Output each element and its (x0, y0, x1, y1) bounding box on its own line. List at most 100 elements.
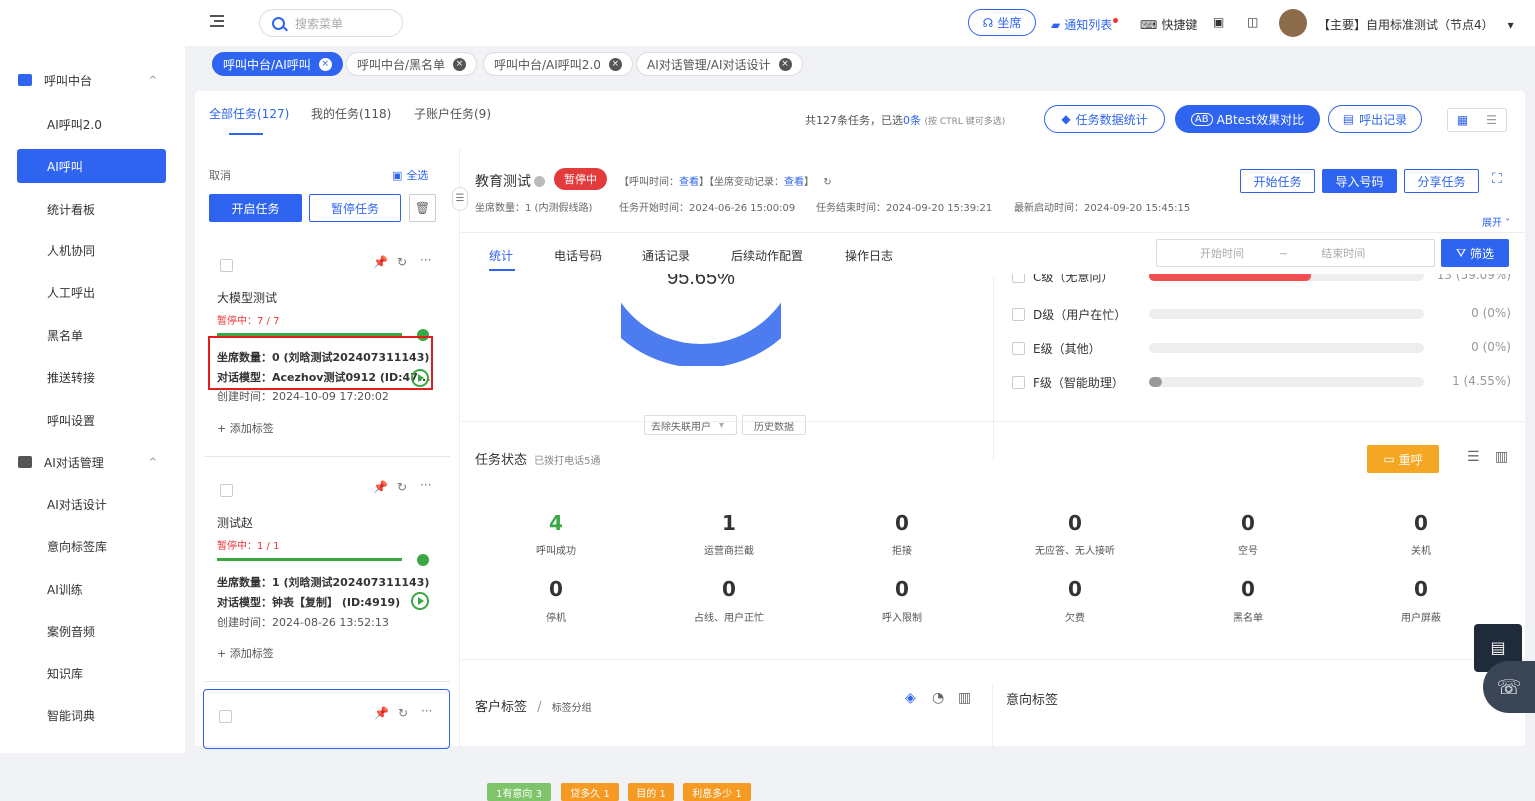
bar-chart-icon[interactable]: ▥ (1495, 449, 1508, 465)
tag-icon[interactable]: ◈ (905, 690, 916, 706)
notice-list-button[interactable]: ▰ 通知列表 (1051, 16, 1119, 33)
more-icon[interactable]: ··· (420, 478, 431, 492)
sidebar-group-ai-dialog[interactable]: AI对话管理 ^ (0, 444, 185, 480)
sidebar-item-collab[interactable]: 人机协同 (17, 233, 166, 267)
cancel-link[interactable]: 取消 (209, 167, 231, 183)
delete-icon[interactable]: 🗑 (409, 194, 436, 222)
sidebar-group-call-center[interactable]: 呼叫中台 ^ (0, 62, 185, 98)
close-icon[interactable]: × (318, 57, 332, 71)
screen-icon[interactable]: ▣ (1213, 15, 1224, 29)
task-stats-button[interactable]: ◆ 任务数据统计 (1044, 105, 1165, 133)
refresh-icon[interactable]: ↻ (397, 255, 407, 269)
subtab-followup[interactable]: 后续动作配置 (731, 247, 803, 264)
abtest-button[interactable]: AB ABtest效果对比 (1175, 105, 1320, 133)
sidebar-item-dialog-design[interactable]: AI对话设计 (17, 487, 166, 521)
close-icon[interactable]: × (778, 57, 792, 71)
call-time-view-link[interactable]: 查看 (679, 177, 699, 188)
recall-button[interactable]: ▭ 重呼 (1367, 445, 1439, 473)
subtab-call-records[interactable]: 通话记录 (642, 247, 690, 264)
grade-checkbox[interactable] (1012, 308, 1025, 321)
subtab-stats[interactable]: 统计 (489, 247, 513, 264)
play-icon[interactable] (411, 369, 429, 387)
task-checkbox[interactable] (220, 484, 233, 497)
customer-tag[interactable]: 贷多久 1 (561, 783, 619, 801)
add-tag-button[interactable]: + 添加标签 (217, 420, 274, 436)
tab-blacklist[interactable]: 呼叫中台/黑名单 × (346, 52, 478, 76)
sidebar-item-ai-training[interactable]: AI训练 (17, 572, 166, 606)
seat-button[interactable]: ☊ 坐席 (968, 9, 1036, 36)
pin-icon[interactable]: 📌 (374, 706, 389, 720)
customer-tag[interactable]: 1有意向 3 (487, 783, 551, 801)
task-card[interactable]: 📌 ↻ ··· 大模型测试 暂停中：7 / 7 坐席数量：0 (刘晗测试2024… (205, 239, 450, 457)
grade-checkbox[interactable] (1012, 342, 1025, 355)
sidebar-item-manual-call[interactable]: 人工呼出 (17, 275, 166, 309)
fullscreen-icon[interactable]: ⛶ (1492, 171, 1502, 187)
history-data-button[interactable]: 历史数据 (742, 415, 806, 435)
play-icon[interactable] (411, 592, 429, 610)
account-switcher[interactable]: 【主要】自用标准测试（节点4） ▾ (1318, 16, 1514, 33)
refresh-icon[interactable]: ↻ (823, 177, 831, 188)
task-card-selected[interactable]: 📌 ↻ ··· (203, 689, 450, 749)
tab-ai-call[interactable]: 呼叫中台/AI呼叫 × (212, 52, 343, 76)
list-view-icon[interactable]: ☰ (1477, 109, 1506, 131)
menu-toggle-icon[interactable] (210, 15, 224, 27)
more-icon[interactable]: ··· (421, 704, 432, 718)
customer-tag[interactable]: 目的 1 (628, 783, 674, 801)
pin-icon[interactable]: 📌 (373, 480, 388, 494)
sidebar-item-audio[interactable]: 案例音频 (17, 614, 166, 648)
seat-change-view-link[interactable]: 查看 (784, 177, 804, 188)
shortcut-button[interactable]: ⌨ 快捷键 (1140, 16, 1197, 33)
start-task-button[interactable]: 开始任务 (1240, 169, 1315, 193)
call-log-button[interactable]: ▤ 呼出记录 (1328, 105, 1422, 133)
tab-my-tasks[interactable]: 我的任务(118) (311, 105, 391, 122)
sidebar-item-intent-lib[interactable]: 意向标签库 (17, 529, 166, 563)
tab-ai-call-2[interactable]: 呼叫中台/AI呼叫2.0 × (483, 52, 633, 76)
phone-widget-icon[interactable]: ☏ (1483, 661, 1535, 713)
close-icon[interactable]: × (453, 57, 467, 71)
pie-chart-icon[interactable]: ◔ (932, 690, 944, 706)
grid-view-icon[interactable]: ▦ (1448, 109, 1477, 131)
expand-link[interactable]: 展开 ˅ (1482, 214, 1510, 229)
refresh-icon[interactable]: ↻ (398, 706, 408, 720)
date-range-picker[interactable]: 开始时间 ~ 结束时间 (1156, 239, 1435, 267)
tab-all-tasks[interactable]: 全部任务(127) (209, 105, 289, 122)
pin-icon[interactable]: 📌 (373, 255, 388, 269)
sidebar-item-dashboard[interactable]: 统计看板 (17, 192, 166, 226)
search-input[interactable]: 搜索菜单 (259, 9, 403, 37)
sidebar-item-ai-call[interactable]: AI呼叫 (17, 149, 166, 183)
customer-tag[interactable]: 利息多少 1 (683, 783, 751, 801)
grade-checkbox[interactable] (1012, 376, 1025, 389)
tab-dialog-design[interactable]: AI对话管理/AI对话设计 × (636, 52, 803, 76)
pause-task-button[interactable]: 暂停任务 (309, 194, 401, 222)
subtab-phone[interactable]: 电话号码 (554, 247, 602, 264)
import-numbers-button[interactable]: 导入号码 (1322, 169, 1397, 193)
start-task-button[interactable]: 开启任务 (209, 194, 302, 222)
remove-lost-select[interactable]: 去除失联用户 ▾ (644, 415, 737, 435)
sidebar-item-knowledge[interactable]: 知识库 (17, 656, 166, 690)
subtab-log[interactable]: 操作日志 (845, 247, 893, 264)
grade-checkbox[interactable] (1012, 274, 1025, 283)
bar-chart-icon[interactable]: ▥ (958, 690, 971, 706)
task-checkbox[interactable] (220, 259, 233, 272)
select-all-link[interactable]: ▣ 全选 (392, 167, 428, 183)
sidebar-item-dictionary[interactable]: 智能词典 (17, 698, 166, 732)
close-icon[interactable]: × (608, 57, 622, 71)
sidebar-item-call-settings[interactable]: 呼叫设置 (17, 403, 166, 437)
tab-sub-account-tasks[interactable]: 子账户任务(9) (414, 105, 491, 122)
task-card[interactable]: 📌 ↻ ··· 测试赵 暂停中：1 / 1 坐席数量：1 (刘晗测试202407… (205, 464, 450, 682)
tag-group-link[interactable]: 标签分组 (552, 703, 592, 714)
sort-icon[interactable]: ☰ (1467, 449, 1480, 465)
sidebar-item-blacklist[interactable]: 黑名单 (17, 318, 166, 352)
refresh-icon[interactable]: ↻ (397, 480, 407, 494)
sidebar-item-ai-call-2[interactable]: AI呼叫2.0 (17, 107, 166, 141)
filter-button[interactable]: ⛛ 筛选 (1441, 239, 1509, 267)
avatar[interactable] (1279, 9, 1307, 37)
checkbox-icon: ▣ (392, 168, 403, 182)
screenshot-icon[interactable]: ◫ (1247, 15, 1258, 29)
main-panel: 全部任务(127) 我的任务(118) 子账户任务(9) 共127条任务，已选0… (195, 91, 1525, 801)
more-icon[interactable]: ··· (420, 253, 431, 267)
task-checkbox[interactable] (219, 710, 232, 723)
add-tag-button[interactable]: + 添加标签 (217, 645, 274, 661)
share-task-button[interactable]: 分享任务 (1404, 169, 1479, 193)
sidebar-item-push-transfer[interactable]: 推送转接 (17, 360, 166, 394)
